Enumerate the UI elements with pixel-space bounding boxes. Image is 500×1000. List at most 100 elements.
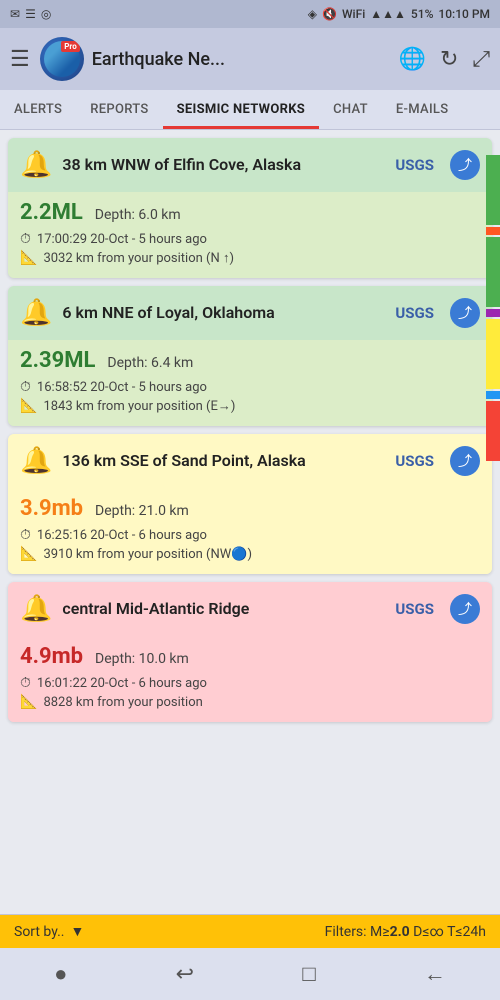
pro-badge: Pro bbox=[61, 41, 79, 52]
earthquake-alert-icon-4: 🔔 bbox=[20, 594, 52, 624]
color-strip-red-2 bbox=[486, 401, 500, 461]
tab-emails[interactable]: E-MAILS bbox=[382, 90, 463, 129]
earthquake-list: 🔔 38 km WNW of Elfin Cove, Alaska USGS ⤴… bbox=[0, 130, 500, 730]
earthquake-card-2: 🔔 6 km NNE of Loyal, Oklahoma USGS ⤴ 2.3… bbox=[8, 286, 492, 426]
eq-location-1: 38 km WNW of Elfin Cove, Alaska bbox=[62, 155, 385, 176]
eq-depth-3: Depth: 21.0 km bbox=[95, 503, 189, 519]
eq-share-button-1[interactable]: ⤴ bbox=[450, 150, 480, 180]
eq-meta-4: ⏱ 16:01:22 20-Oct - 6 hours ago 📐 8828 k… bbox=[20, 675, 480, 710]
nav-back-app-icon[interactable]: ↩ bbox=[176, 962, 194, 987]
eq-distance-row-2: 📐 1843 km from your position (E→) bbox=[20, 398, 480, 414]
status-left-icons: ✉ ☰ ◎ bbox=[10, 7, 51, 21]
filter-magnitude: 2.0 bbox=[390, 924, 410, 940]
eq-share-button-2[interactable]: ⤴ bbox=[450, 298, 480, 328]
refresh-icon[interactable]: ↻ bbox=[440, 47, 458, 72]
distance-icon-2: 📐 bbox=[20, 398, 37, 414]
navigation-bar: ● ↩ □ ← bbox=[0, 948, 500, 1000]
earthquake-alert-icon-1: 🔔 bbox=[20, 150, 52, 180]
hamburger-menu-icon[interactable]: ☰ bbox=[10, 47, 30, 72]
tab-seismic-networks[interactable]: SEISMIC NETWORKS bbox=[163, 90, 320, 129]
color-strip-panel bbox=[486, 155, 500, 461]
color-strip-yellow bbox=[486, 319, 500, 389]
earthquake-card-3: 🔔 136 km SSE of Sand Point, Alaska USGS … bbox=[8, 434, 492, 574]
mail-icon: ✉ bbox=[10, 7, 20, 21]
eq-distance-row-3: 📐 3910 km from your position (NW🔵) bbox=[20, 546, 480, 562]
eq-share-button-3[interactable]: ⤴ bbox=[450, 446, 480, 476]
eq-location-3: 136 km SSE of Sand Point, Alaska bbox=[62, 451, 385, 472]
eq-card-header-3: 🔔 136 km SSE of Sand Point, Alaska USGS … bbox=[8, 434, 492, 488]
eq-time-row-1: ⏱ 17:00:29 20-Oct - 5 hours ago bbox=[20, 231, 480, 247]
eq-distance-4: 8828 km from your position bbox=[43, 695, 202, 710]
share-icon-3: ⤴ bbox=[458, 451, 472, 471]
eq-time-3: 16:25:16 20-Oct - 6 hours ago bbox=[37, 528, 207, 543]
tab-chat[interactable]: CHAT bbox=[319, 90, 382, 129]
color-strip-purple bbox=[486, 309, 500, 317]
sort-by-dropdown[interactable]: Sort by.. ▼ bbox=[14, 923, 84, 940]
eq-share-button-4[interactable]: ⤴ bbox=[450, 594, 480, 624]
share-icon-2: ⤴ bbox=[458, 303, 472, 323]
earthquake-alert-icon-2: 🔔 bbox=[20, 298, 52, 328]
wifi-icon: WiFi bbox=[342, 7, 365, 21]
time-display: 10:10 PM bbox=[438, 7, 490, 21]
eq-location-2: 6 km NNE of Loyal, Oklahoma bbox=[62, 303, 385, 324]
tab-reports[interactable]: REPORTS bbox=[76, 90, 162, 129]
tab-alerts[interactable]: ALERTS bbox=[0, 90, 76, 129]
eq-card-header-2: 🔔 6 km NNE of Loyal, Oklahoma USGS ⤴ bbox=[8, 286, 492, 340]
eq-time-2: 16:58:52 20-Oct - 5 hours ago bbox=[37, 380, 207, 395]
eq-card-header-1: 🔔 38 km WNW of Elfin Cove, Alaska USGS ⤴ bbox=[8, 138, 492, 192]
silent-icon: 🔇 bbox=[322, 7, 337, 21]
nav-home-icon[interactable]: □ bbox=[302, 961, 315, 987]
eq-time-row-4: ⏱ 16:01:22 20-Oct - 6 hours ago bbox=[20, 675, 480, 691]
status-right-info: ◈ 🔇 WiFi ▲▲▲ 51% 10:10 PM bbox=[308, 7, 490, 21]
app-name: Earthquake Ne... bbox=[92, 49, 225, 70]
eq-distance-2: 1843 km from your position (E→) bbox=[43, 398, 235, 414]
globe-icon[interactable]: 🌐 bbox=[399, 47, 426, 72]
tab-bar: ALERTS REPORTS SEISMIC NETWORKS CHAT E-M… bbox=[0, 90, 500, 130]
eq-time-1: 17:00:29 20-Oct - 5 hours ago bbox=[37, 232, 207, 247]
filter-info: Filters: M≥2.0 D≤∞ T≤24h bbox=[325, 924, 486, 940]
header-actions: 🌐 ↻ ⤢ bbox=[399, 47, 490, 72]
eq-magnitude-4: 4.9mb bbox=[20, 644, 83, 669]
distance-icon-4: 📐 bbox=[20, 694, 37, 710]
bottom-bar: Sort by.. ▼ Filters: M≥2.0 D≤∞ T≤24h ● ↩… bbox=[0, 914, 500, 1000]
globe-logo-icon: Pro bbox=[44, 41, 80, 77]
clock-icon-2: ⏱ bbox=[20, 379, 31, 395]
eq-details-2: 2.39ML Depth: 6.4 km ⏱ 16:58:52 20-Oct -… bbox=[8, 340, 492, 426]
color-strip-blue bbox=[486, 391, 500, 399]
location-icon: ◈ bbox=[308, 7, 317, 21]
filter-bar: Sort by.. ▼ Filters: M≥2.0 D≤∞ T≤24h bbox=[0, 915, 500, 948]
nav-back-icon[interactable]: ← bbox=[424, 961, 446, 987]
share-icon-4: ⤴ bbox=[458, 599, 472, 619]
app-header: ☰ Pro Earthquake Ne... 🌐 ↻ ⤢ bbox=[0, 28, 500, 90]
expand-icon[interactable]: ⤢ bbox=[472, 47, 490, 72]
menu-status-icon: ☰ bbox=[25, 7, 36, 21]
filter-suffix: D≤∞ T≤24h bbox=[410, 924, 486, 940]
eq-source-3: USGS bbox=[395, 452, 434, 470]
eq-location-4: central Mid-Atlantic Ridge bbox=[62, 599, 385, 620]
eq-details-3: 3.9mb Depth: 21.0 km ⏱ 16:25:16 20-Oct -… bbox=[8, 488, 492, 574]
signal-status-icon: ◎ bbox=[41, 7, 51, 21]
eq-distance-row-4: 📐 8828 km from your position bbox=[20, 694, 480, 710]
eq-meta-3: ⏱ 16:25:16 20-Oct - 6 hours ago 📐 3910 k… bbox=[20, 527, 480, 562]
sort-by-label: Sort by.. bbox=[14, 924, 65, 940]
share-icon-1: ⤴ bbox=[458, 155, 472, 175]
color-strip-red bbox=[486, 227, 500, 235]
color-strip-green-1 bbox=[486, 155, 500, 225]
nav-dot-icon[interactable]: ● bbox=[54, 961, 67, 987]
eq-magnitude-1: 2.2ML bbox=[20, 200, 83, 225]
eq-meta-2: ⏱ 16:58:52 20-Oct - 5 hours ago 📐 1843 k… bbox=[20, 379, 480, 414]
app-title-area: Pro Earthquake Ne... bbox=[40, 37, 389, 81]
color-strip-green-2 bbox=[486, 237, 500, 307]
earthquake-alert-icon-3: 🔔 bbox=[20, 446, 52, 476]
eq-distance-row-1: 📐 3032 km from your position (N ↑) bbox=[20, 250, 480, 266]
clock-icon-4: ⏱ bbox=[20, 675, 31, 691]
eq-source-1: USGS bbox=[395, 156, 434, 174]
eq-distance-1: 3032 km from your position (N ↑) bbox=[43, 250, 234, 266]
sort-dropdown-icon: ▼ bbox=[71, 923, 85, 940]
distance-icon-1: 📐 bbox=[20, 250, 37, 266]
clock-icon-3: ⏱ bbox=[20, 527, 31, 543]
signal-bars-icon: ▲▲▲ bbox=[370, 7, 406, 21]
eq-depth-4: Depth: 10.0 km bbox=[95, 651, 189, 667]
eq-source-4: USGS bbox=[395, 600, 434, 618]
eq-time-row-3: ⏱ 16:25:16 20-Oct - 6 hours ago bbox=[20, 527, 480, 543]
